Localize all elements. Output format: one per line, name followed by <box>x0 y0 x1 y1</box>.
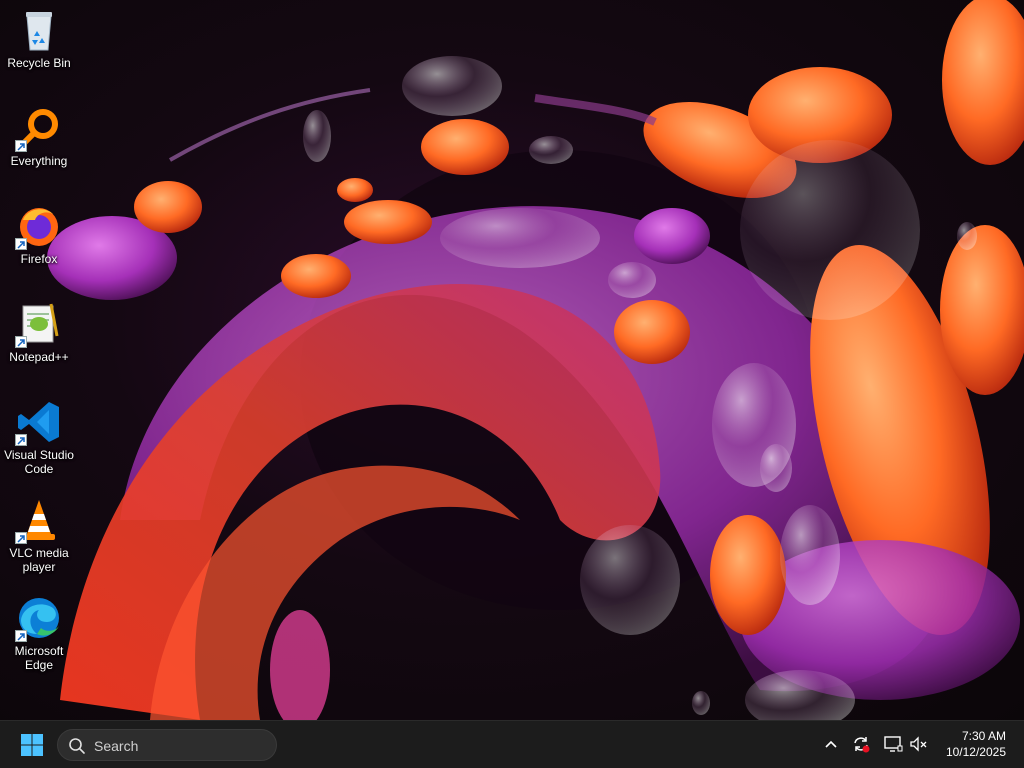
shortcut-arrow-icon <box>15 630 27 642</box>
desktop-icon-vscode[interactable]: Visual Studio Code <box>2 392 76 482</box>
desktop: Recycle Bin Everything Firefox Notepad++… <box>0 0 1024 720</box>
sync-status-button[interactable] <box>850 733 872 755</box>
edge-icon <box>15 594 63 642</box>
desktop-icon-label: Everything <box>10 154 68 168</box>
sync-status-icon <box>854 737 870 753</box>
taskbar-search-box[interactable]: Search <box>57 729 277 761</box>
windows-start-icon <box>21 734 43 756</box>
taskbar: Search 7:30 AM 10/12/2025 <box>0 720 1024 768</box>
everything-search-icon <box>15 104 63 152</box>
desktop-icon-firefox[interactable]: Firefox <box>2 196 76 286</box>
start-button[interactable] <box>14 727 50 763</box>
network-display-button[interactable] <box>882 733 904 755</box>
desktop-icon-label: Microsoft Edge <box>14 644 64 672</box>
desktop-icon-everything[interactable]: Everything <box>2 98 76 188</box>
desktop-icon-label: Visual Studio Code <box>4 448 74 476</box>
wallpaper <box>47 0 1024 720</box>
shortcut-arrow-icon <box>15 140 27 152</box>
firefox-icon <box>15 202 63 250</box>
shortcut-arrow-icon <box>15 532 27 544</box>
desktop-icon-notepad-plus-plus[interactable]: Notepad++ <box>2 294 76 384</box>
shortcut-arrow-icon <box>15 238 27 250</box>
desktop-icon-vlc[interactable]: VLC media player <box>2 490 76 580</box>
desktop-icon-label: VLC media player <box>9 546 69 574</box>
notepad-plus-plus-icon <box>15 300 63 348</box>
show-hidden-icons-button[interactable] <box>820 733 842 755</box>
search-placeholder: Search <box>94 738 139 754</box>
display-network-icon <box>884 736 903 752</box>
desktop-icon-recycle-bin[interactable]: Recycle Bin <box>2 0 76 90</box>
vlc-icon <box>15 496 63 544</box>
clock-time: 7:30 AM <box>961 729 1006 743</box>
search-icon <box>69 738 85 754</box>
desktop-icon-label: Firefox <box>20 252 58 266</box>
desktop-icon-label: Recycle Bin <box>7 56 71 70</box>
desktop-icon-label: Notepad++ <box>9 350 69 364</box>
desktop-icon-edge[interactable]: Microsoft Edge <box>2 588 76 678</box>
vscode-icon <box>15 398 63 446</box>
show-hidden-icons-chevron-icon <box>825 740 837 748</box>
shortcut-arrow-icon <box>15 336 27 348</box>
shortcut-arrow-icon <box>15 434 27 446</box>
desktop-icons: Recycle Bin Everything Firefox Notepad++… <box>0 0 80 720</box>
clock-date: 10/12/2025 <box>945 745 1006 759</box>
recycle-bin-icon <box>15 6 63 54</box>
taskbar-clock[interactable]: 7:30 AM 10/12/2025 <box>926 728 1006 760</box>
